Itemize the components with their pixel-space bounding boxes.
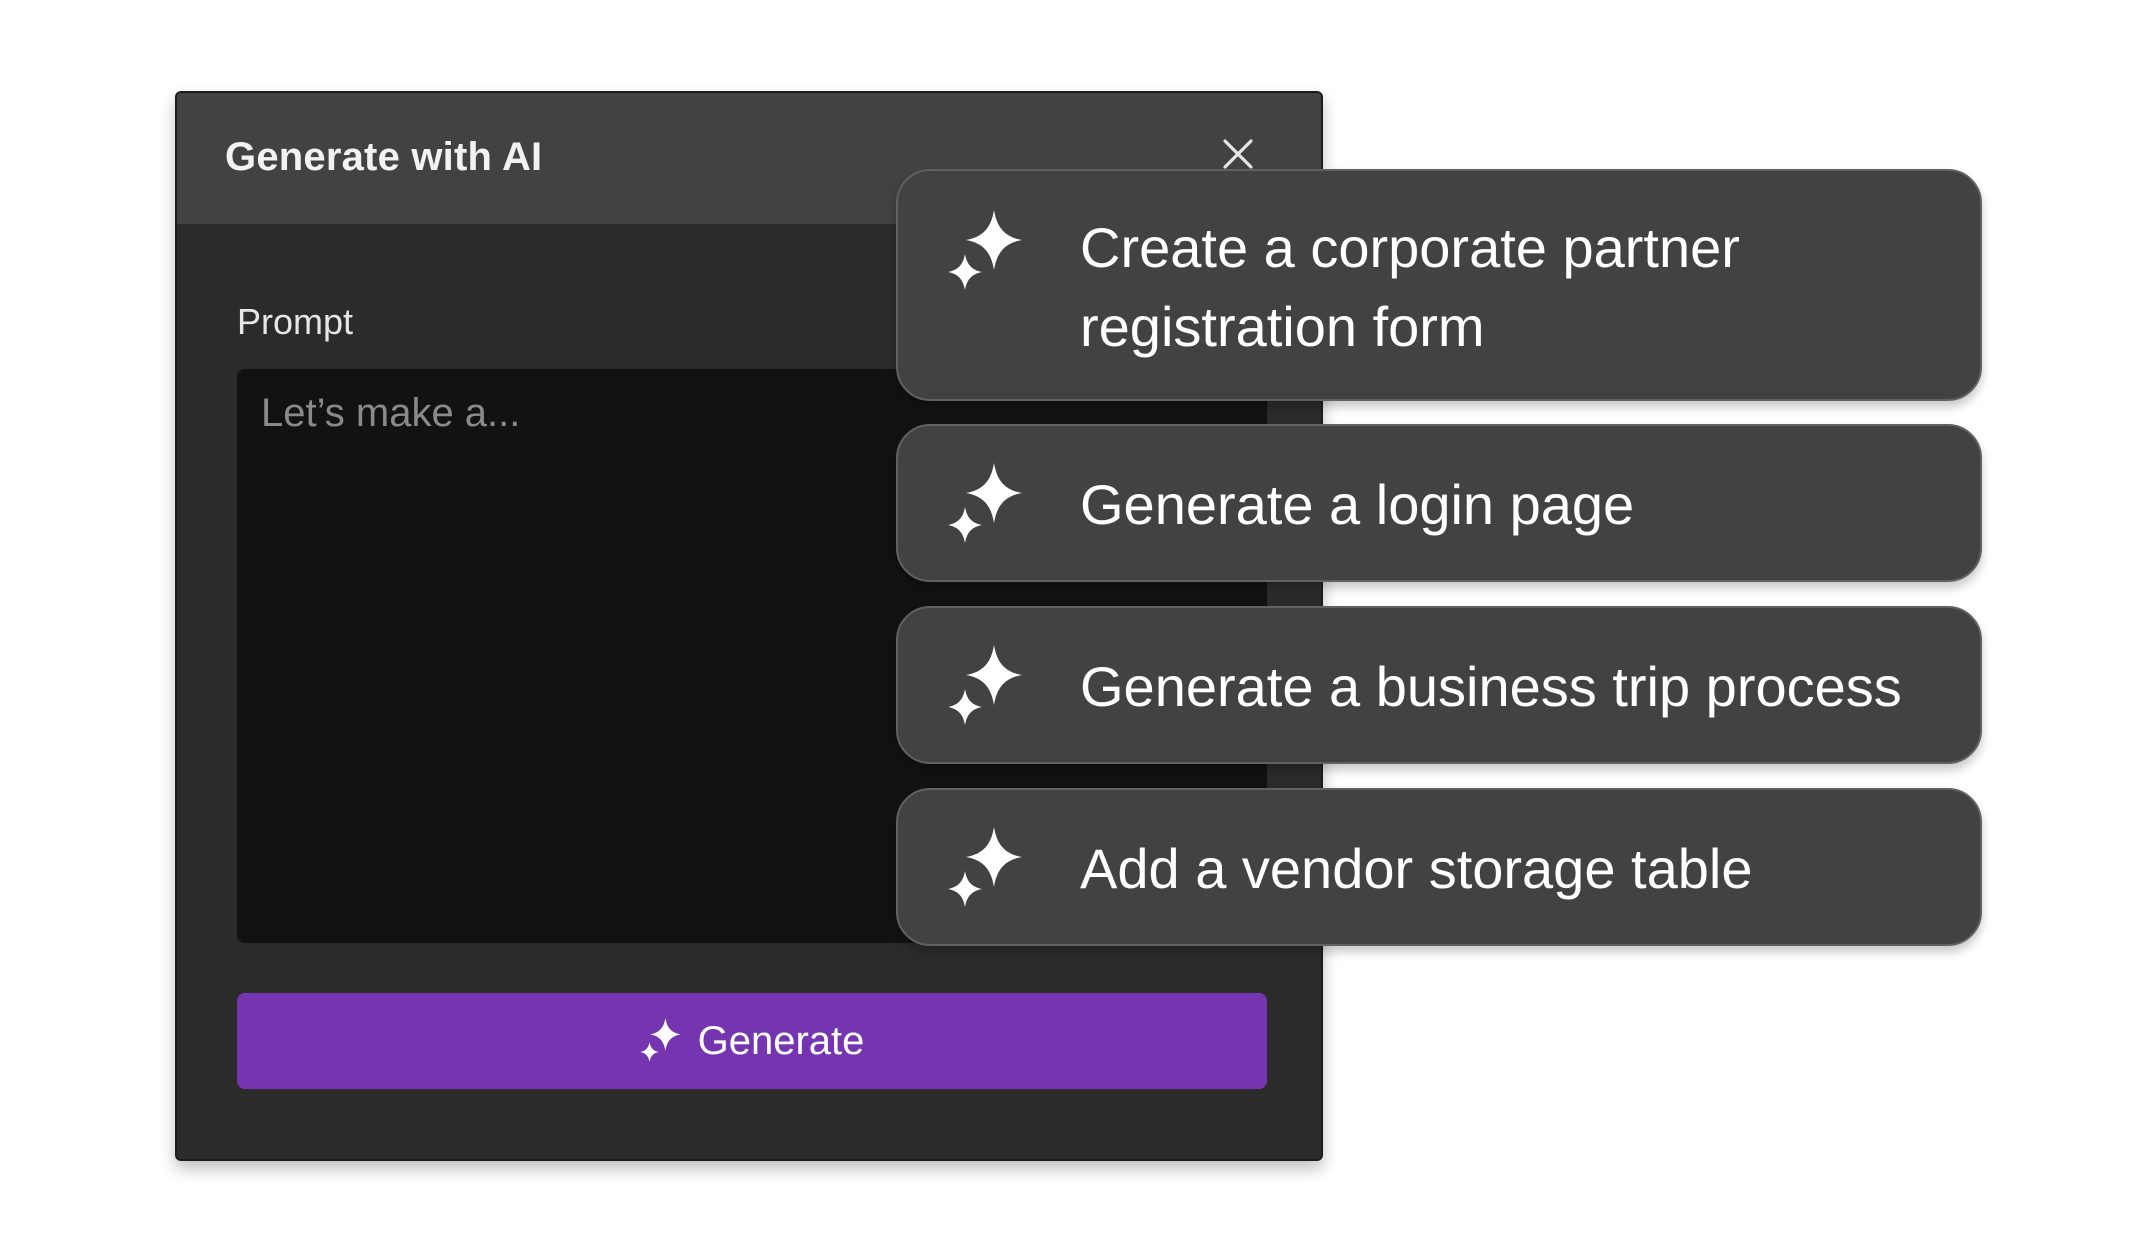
- generate-button[interactable]: Generate: [237, 993, 1267, 1089]
- suggestion-item[interactable]: Create a corporate partner registration …: [896, 169, 1982, 401]
- sparkle-icon: [640, 1018, 682, 1064]
- suggestion-label: Generate a login page: [1080, 473, 1635, 536]
- suggestion-label: Create a corporate partner registration …: [1080, 216, 1740, 358]
- sparkle-icon: [948, 210, 1024, 294]
- sparkle-icon: [948, 645, 1024, 729]
- dialog-title: Generate with AI: [225, 135, 543, 179]
- close-icon[interactable]: [1220, 136, 1256, 172]
- prompt-label: Prompt: [237, 301, 354, 342]
- sparkle-icon: [948, 463, 1024, 547]
- suggestion-item[interactable]: Add a vendor storage table: [896, 788, 1982, 946]
- suggestion-item[interactable]: Generate a login page: [896, 424, 1982, 582]
- suggestion-label: Add a vendor storage table: [1080, 837, 1753, 900]
- suggestion-label: Generate a business trip process: [1080, 655, 1902, 718]
- suggestion-item[interactable]: Generate a business trip process: [896, 606, 1982, 764]
- generate-button-label: Generate: [697, 1018, 865, 1063]
- sparkle-icon: [948, 827, 1024, 911]
